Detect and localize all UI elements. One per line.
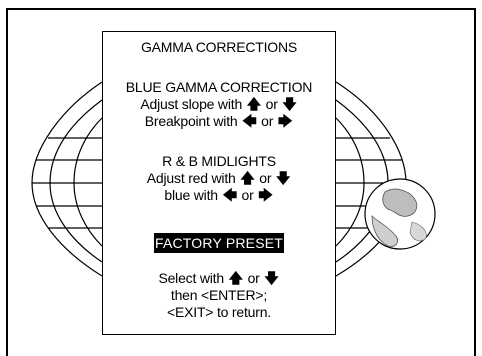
gamma-corrections-menu: GAMMA CORRECTIONS BLUE GAMMA CORRECTION … (102, 31, 336, 335)
arrow-up-icon: 🡅 (228, 270, 243, 286)
breakpoint-label: Breakpoint with (144, 113, 238, 129)
breakpoint-hint: Breakpoint with 🡄 or 🡆 (103, 113, 335, 130)
adjust-slope-hint: Adjust slope with 🡅 or 🡇 (103, 96, 335, 113)
adjust-blue-hint: blue with 🡄 or 🡆 (103, 187, 335, 204)
adjust-slope-label: Adjust slope with (140, 96, 243, 112)
rb-midlights-heading: R & B MIDLIGHTS (162, 153, 276, 169)
or-label: or (241, 187, 254, 203)
arrow-right-icon: 🡆 (277, 113, 293, 129)
enter-hint: then <ENTER>; (170, 287, 268, 303)
arrow-down-icon: 🡇 (282, 96, 297, 112)
blue-gamma-heading: BLUE GAMMA CORRECTION (125, 79, 313, 95)
menu-title: GAMMA CORRECTIONS (140, 39, 298, 55)
arrow-left-icon: 🡄 (222, 187, 237, 203)
adjust-blue-label: blue with (164, 187, 218, 203)
factory-preset-item[interactable]: FACTORY PRESET (154, 233, 284, 253)
or-label: or (261, 113, 274, 129)
adjust-red-label: Adjust red with (146, 170, 236, 186)
or-label: or (265, 96, 278, 112)
or-label: or (247, 270, 260, 286)
adjust-red-hint: Adjust red with 🡅 or 🡇 (103, 170, 335, 187)
arrow-left-icon: 🡄 (242, 113, 257, 129)
arrow-right-icon: 🡆 (258, 187, 273, 203)
or-label: or (259, 170, 272, 186)
select-hint: Select with 🡅 or 🡇 (103, 270, 335, 287)
select-label: Select with (158, 270, 224, 286)
arrow-down-icon: 🡇 (276, 170, 291, 186)
exit-hint: <EXIT> to return. (167, 304, 271, 320)
arrow-down-icon: 🡇 (264, 270, 279, 286)
arrow-up-icon: 🡅 (246, 96, 261, 112)
arrow-up-icon: 🡅 (240, 170, 255, 186)
